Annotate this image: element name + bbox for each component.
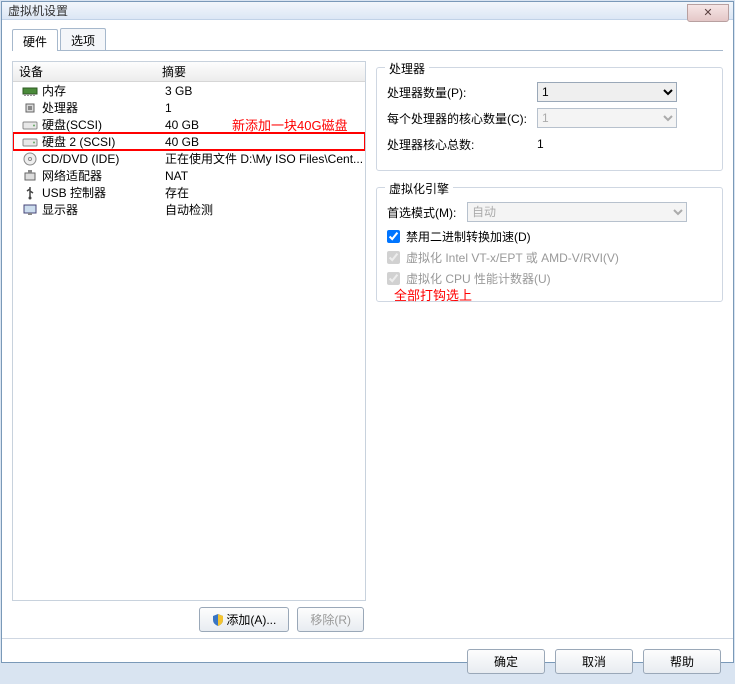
chk-cpu-counter bbox=[387, 272, 400, 285]
device-row[interactable]: CD/DVD (IDE) 正在使用文件 D:\My ISO Files\Cent.… bbox=[13, 150, 365, 167]
hdd-icon bbox=[22, 135, 38, 149]
chk-vt-x-label: 虚拟化 Intel VT-x/EPT 或 AMD-V/RVI(V) bbox=[406, 249, 619, 266]
device-row[interactable]: 硬盘 2 (SCSI) 40 GB bbox=[13, 133, 365, 150]
device-summary: 40 GB bbox=[161, 118, 365, 132]
remove-button: 移除(R) bbox=[297, 607, 364, 632]
cores-select: 1 bbox=[537, 108, 677, 128]
chk-vt-x bbox=[387, 251, 400, 264]
device-summary: 存在 bbox=[161, 184, 365, 201]
tab-strip: 硬件 选项 bbox=[12, 28, 723, 50]
processor-count-select[interactable]: 1 bbox=[537, 82, 677, 102]
device-summary: 40 GB bbox=[161, 135, 365, 149]
chk-disable-binary[interactable] bbox=[387, 230, 400, 243]
total-cores-value: 1 bbox=[537, 137, 712, 151]
device-name: 内存 bbox=[42, 82, 66, 99]
chk-cpu-counter-label: 虚拟化 CPU 性能计数器(U) bbox=[406, 270, 551, 287]
add-button[interactable]: 添加(A)... bbox=[199, 607, 289, 632]
device-summary: 正在使用文件 D:\My ISO Files\Cent... bbox=[161, 150, 365, 167]
device-name: CD/DVD (IDE) bbox=[42, 152, 119, 166]
display-icon bbox=[22, 203, 38, 217]
cancel-button[interactable]: 取消 bbox=[555, 649, 633, 674]
device-row[interactable]: 内存 3 GB bbox=[13, 82, 365, 99]
device-row[interactable]: 硬盘(SCSI) 40 GB bbox=[13, 116, 365, 133]
cores-label: 每个处理器的核心数量(C): bbox=[387, 110, 537, 127]
chk-disable-binary-label: 禁用二进制转换加速(D) bbox=[406, 228, 531, 245]
device-row[interactable]: 网络适配器 NAT bbox=[13, 167, 365, 184]
device-list-header: 设备 摘要 bbox=[13, 62, 365, 82]
device-name: 网络适配器 bbox=[42, 167, 102, 184]
titlebar: 虚拟机设置 ✕ bbox=[2, 2, 733, 20]
device-name: USB 控制器 bbox=[42, 184, 106, 201]
virt-group-title: 虚拟化引擎 bbox=[385, 180, 453, 197]
device-row[interactable]: USB 控制器 存在 bbox=[13, 184, 365, 201]
add-button-label: 添加(A)... bbox=[226, 613, 276, 627]
col-device: 设备 bbox=[13, 63, 158, 80]
total-cores-label: 处理器核心总数: bbox=[387, 136, 537, 153]
device-summary: 1 bbox=[161, 101, 365, 115]
processor-group-title: 处理器 bbox=[385, 60, 429, 77]
window-title: 虚拟机设置 bbox=[8, 2, 68, 19]
device-summary: NAT bbox=[161, 169, 365, 183]
processor-group: 处理器 处理器数量(P): 1 每个处理器的核心数量(C): bbox=[376, 67, 723, 171]
virt-group: 虚拟化引擎 首选模式(M): 自动 禁用二进制转换加速(D) bbox=[376, 187, 723, 302]
settings-window: 虚拟机设置 ✕ 硬件 选项 设备 摘要 内存 3 GB 处理器 1 硬盘(SCSI) 40… bbox=[1, 1, 734, 663]
usb-icon bbox=[22, 186, 38, 200]
help-button[interactable]: 帮助 bbox=[643, 649, 721, 674]
memory-icon bbox=[22, 84, 38, 98]
device-name: 硬盘(SCSI) bbox=[42, 116, 102, 133]
cpu-icon bbox=[22, 101, 38, 115]
device-summary: 3 GB bbox=[161, 84, 365, 98]
tab-options[interactable]: 选项 bbox=[60, 28, 106, 50]
device-row[interactable]: 显示器 自动检测 bbox=[13, 201, 365, 218]
device-name: 硬盘 2 (SCSI) bbox=[42, 133, 115, 150]
ok-button[interactable]: 确定 bbox=[467, 649, 545, 674]
device-name: 处理器 bbox=[42, 99, 78, 116]
device-summary: 自动检测 bbox=[161, 201, 365, 218]
device-row[interactable]: 处理器 1 bbox=[13, 99, 365, 116]
mode-label: 首选模式(M): bbox=[387, 204, 467, 221]
tab-hardware[interactable]: 硬件 bbox=[12, 29, 58, 51]
dialog-buttons: 确定 取消 帮助 bbox=[2, 638, 733, 684]
device-name: 显示器 bbox=[42, 201, 78, 218]
mode-select: 自动 bbox=[467, 202, 687, 222]
col-summary: 摘要 bbox=[158, 63, 365, 80]
hdd-icon bbox=[22, 118, 38, 132]
shield-icon bbox=[212, 614, 224, 626]
net-icon bbox=[22, 169, 38, 183]
cd-icon bbox=[22, 152, 38, 166]
device-list[interactable]: 设备 摘要 内存3 GB处理器1硬盘(SCSI)40 GB硬盘 2 (SCSI)… bbox=[12, 61, 366, 601]
processor-count-label: 处理器数量(P): bbox=[387, 84, 537, 101]
close-button[interactable]: ✕ bbox=[687, 4, 729, 22]
